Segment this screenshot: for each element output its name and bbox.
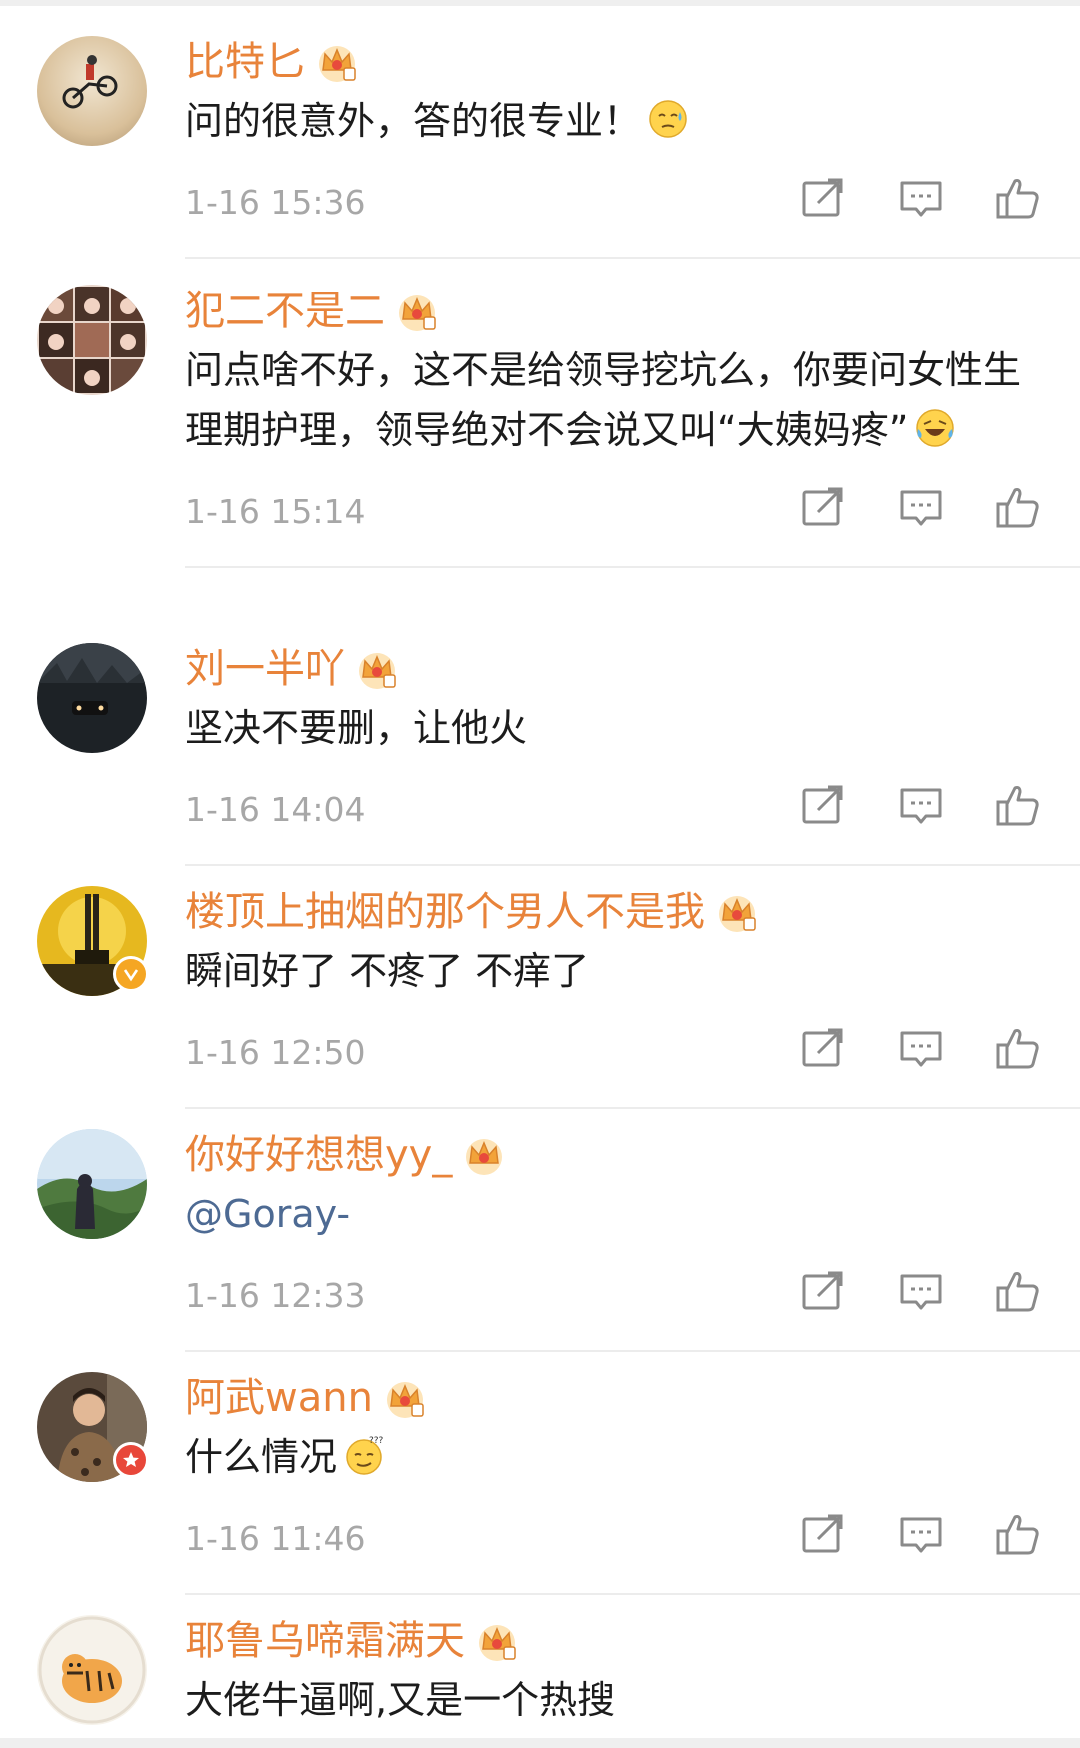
comment-body: 瞬间好了 不疼了 不痒了 [185,949,590,993]
comment-item: 阿武wann 什么情况 ??? 1-16 11:46 [0,1342,1080,1595]
name-row: 刘一半吖 [185,640,1040,698]
crown-vip-icon [719,896,756,932]
comment-item: 犯二不是二 问点啥不好，这不是给领导挖坑么，你要问女性生理期护理，领导绝对不会说… [0,255,1080,613]
reply-icon[interactable] [896,1266,946,1316]
name-row: 犯二不是二 [185,282,1040,340]
confused-emoji-icon: ??? [346,1436,384,1475]
tiger-cartoon-avatar-image [37,1615,147,1725]
comment-body: 问点啥不好，这不是给领导挖坑么，你要问女性生理期护理，领导绝对不会说又叫“大姨妈… [185,348,1022,452]
share-icon[interactable] [798,482,848,532]
username[interactable]: 比特匕 [185,33,305,91]
timestamp: 1-16 14:04 [185,790,366,829]
like-icon[interactable] [993,780,1043,830]
avatar[interactable] [37,1129,147,1239]
bottom-divider-strip [0,1738,1080,1748]
crown-vip-icon [386,1382,424,1418]
share-icon[interactable] [798,1266,848,1316]
crown-vip-icon [466,1139,503,1175]
name-row: 阿武wann [185,1369,1040,1427]
name-row: 你好好想想yy_ [185,1126,1040,1184]
avatar[interactable] [37,643,147,753]
timestamp: 1-16 11:46 [185,1519,366,1558]
comment-body: 大佬牛逼啊,又是一个热搜 [185,1678,616,1722]
comment-text: @Goray- [185,1184,1040,1244]
timestamp: 1-16 15:36 [185,183,366,222]
username[interactable]: 耶鲁乌啼霜满天 [185,1612,465,1670]
comment-item: 比特匕 问的很意外，答的很专业！ 1-16 15:36 [0,6,1080,259]
comment-text: 坚决不要删，让他火 [185,698,1040,758]
comment-item: 楼顶上抽烟的那个男人不是我 瞬间好了 不疼了 不痒了 1-16 12:50 [0,856,1080,1109]
reply-icon[interactable] [896,1509,946,1559]
username[interactable]: 刘一半吖 [185,640,345,698]
crown-vip-icon [319,46,356,82]
laugh-cry-emoji-icon [916,409,955,447]
meta-row: 1-16 15:36 [185,169,1040,239]
mention-link[interactable]: @Goray- [185,1192,350,1236]
crown-vip-icon [479,1625,516,1661]
reply-icon[interactable] [896,1023,946,1073]
username[interactable]: 犯二不是二 [185,282,385,340]
comment-text: 什么情况 ??? [185,1427,1040,1487]
share-icon[interactable] [798,173,848,223]
comment-item: 刘一半吖 坚决不要删，让他火 1-16 14:04 [0,613,1080,866]
reply-icon[interactable] [896,780,946,830]
like-icon[interactable] [993,1509,1043,1559]
comment-text: 瞬间好了 不疼了 不痒了 [185,941,1040,1001]
crown-vip-icon [359,653,396,689]
landscape-avatar-image [37,1129,147,1239]
like-icon[interactable] [993,173,1043,223]
meta-row: 1-16 12:50 [185,1019,1040,1089]
svg-text:???: ??? [369,1436,384,1446]
star-badge-icon [113,1442,149,1478]
comment-body: 问的很意外，答的很专业！ [185,99,642,143]
verified-badge-icon [113,956,149,992]
name-row: 楼顶上抽烟的那个男人不是我 [185,883,1040,941]
bmx-rider-avatar-image [37,36,147,146]
like-icon[interactable] [993,482,1043,532]
name-row: 耶鲁乌啼霜满天 [185,1612,1040,1670]
timestamp: 1-16 12:33 [185,1276,366,1315]
avatar[interactable] [37,36,147,146]
share-icon[interactable] [798,780,848,830]
comment-item: 你好好想想yy_ @Goray- 1-16 12:33 [0,1099,1080,1352]
comment-text: 大佬牛逼啊,又是一个热搜 [185,1670,1040,1730]
username[interactable]: 阿武wann [185,1369,373,1427]
like-icon[interactable] [993,1023,1043,1073]
photo-grid-avatar-image [37,285,147,395]
avatar[interactable] [37,1372,149,1482]
avatar[interactable] [37,886,149,996]
comment-body: 坚决不要删，让他火 [185,706,528,750]
meta-row: 1-16 12:33 [185,1262,1040,1332]
name-row: 比特匕 [185,33,1040,91]
comment-body: 什么情况 [185,1435,338,1479]
reply-icon[interactable] [896,173,946,223]
username[interactable]: 楼顶上抽烟的那个男人不是我 [185,883,705,941]
night-car-avatar-image [37,643,147,753]
like-icon[interactable] [993,1266,1043,1316]
comment-item: 耶鲁乌啼霜满天 大佬牛逼啊,又是一个热搜 [0,1585,1080,1745]
comment-text: 问点啥不好，这不是给领导挖坑么，你要问女性生理期护理，领导绝对不会说又叫“大姨妈… [185,340,1040,460]
timestamp: 1-16 15:14 [185,492,366,531]
meta-row: 1-16 11:46 [185,1505,1040,1575]
meta-row: 1-16 15:14 [185,478,1040,548]
meta-row: 1-16 14:04 [185,776,1040,846]
share-icon[interactable] [798,1509,848,1559]
crown-vip-icon [399,295,436,331]
username[interactable]: 你好好想想yy_ [185,1126,452,1184]
divider [185,566,1080,568]
reply-icon[interactable] [896,482,946,532]
share-icon[interactable] [798,1023,848,1073]
sweat-emoji-icon [649,100,687,138]
timestamp: 1-16 12:50 [185,1033,366,1072]
avatar[interactable] [37,285,147,395]
comment-list: 比特匕 问的很意外，答的很专业！ 1-16 15:36 犯二不是二 问点啥不好，… [0,6,1080,1745]
avatar[interactable] [37,1615,147,1725]
comment-text: 问的很意外，答的很专业！ [185,91,1040,151]
